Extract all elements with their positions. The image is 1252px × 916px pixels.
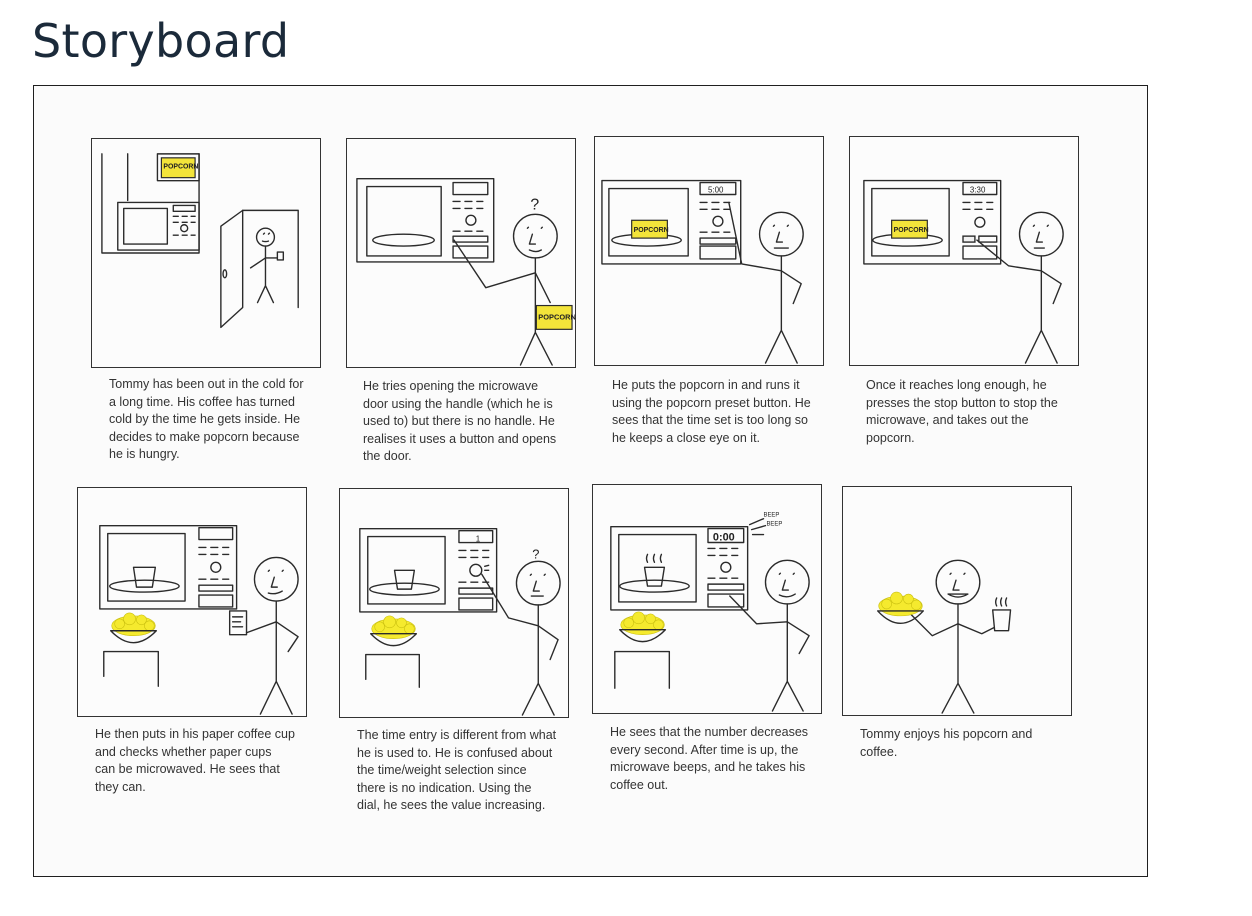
beep-sound-label: BEEP [764, 513, 780, 519]
panel-3-drawing: POPCORN 5:00 [601, 179, 804, 364]
storyboard-panel-3: POPCORN 5:00 [594, 136, 824, 366]
popcorn-box-label: POPCORN [163, 164, 198, 171]
panel-1-drawing: POPCORN [101, 153, 299, 329]
beep-sound-label: BEEP [766, 522, 782, 528]
popcorn-box-label: POPCORN [894, 227, 929, 234]
panel-5-drawing [99, 524, 299, 715]
panel-8-drawing [877, 559, 1012, 714]
question-mark: ? [532, 546, 539, 561]
panel-2-caption: He tries opening the microwave door usin… [363, 379, 557, 463]
popcorn-box-label: POPCORN [634, 227, 669, 234]
panel-2-drawing: ? POPCORN [356, 177, 575, 366]
panel-8-caption: Tommy enjoys his popcorn and coffee. [860, 727, 1033, 759]
timer-display-0-00: 0:00 [713, 532, 735, 544]
storyboard-panel-6: 1 ? [339, 488, 569, 718]
panel-6-caption: The time entry is different from what he… [357, 728, 557, 812]
timer-display-5-00: 5:00 [708, 186, 724, 195]
popcorn-box-label: POPCORN [538, 312, 575, 321]
panel-5-caption: He then puts in his paper coffee cup and… [95, 727, 295, 794]
storyboard-panel-8 [842, 486, 1072, 716]
storyboard-panel-5 [77, 487, 307, 717]
panel-4-caption: Once it reaches long enough, he presses … [866, 378, 1058, 445]
timer-display-3-30: 3:30 [970, 186, 986, 195]
panel-7-caption: He sees that the number decreases every … [610, 725, 809, 792]
panel-4-drawing: POPCORN 3:30 [863, 179, 1064, 364]
panel-1-caption: Tommy has been out in the cold for a lon… [109, 377, 304, 461]
panel-3-caption: He puts the popcorn in and runs it using… [612, 378, 811, 445]
panel-7-drawing: 0:00 BEEP BEEP [610, 513, 810, 712]
storyboard-board: POPCORN Tommy has been out in the cold f… [33, 85, 1148, 877]
panel-6-drawing: 1 ? [359, 527, 561, 716]
storyboard-panel-4: POPCORN 3:30 [849, 136, 1079, 366]
storyboard-panel-2: ? POPCORN [346, 138, 576, 368]
page-title: Storyboard [32, 14, 290, 68]
storyboard-panel-1: POPCORN [91, 138, 321, 368]
question-mark: ? [530, 196, 539, 213]
timer-display-1: 1 [476, 535, 481, 544]
storyboard-panel-7: 0:00 BEEP BEEP [592, 484, 822, 714]
